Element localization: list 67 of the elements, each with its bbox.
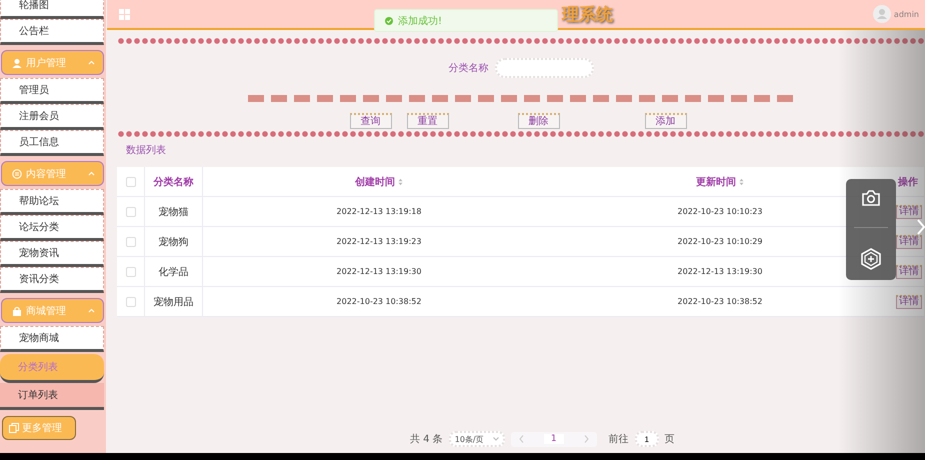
check-icon xyxy=(385,16,393,24)
menu-item[interactable]: 宠物商城 xyxy=(0,326,104,352)
copy-icon xyxy=(9,423,19,433)
table-cell: 2022-12-13 13:19:30 xyxy=(678,267,762,276)
column-header: 操作 xyxy=(898,176,918,188)
next-page-icon[interactable] xyxy=(584,435,589,443)
user-icon xyxy=(12,58,22,68)
detail-button[interactable]: 详情 xyxy=(896,294,922,308)
bag-icon xyxy=(12,306,22,316)
column-header[interactable]: 创建时间 xyxy=(355,174,395,188)
table-cell: 2022-10-23 10:38:52 xyxy=(336,297,422,306)
sort-icon[interactable] xyxy=(739,178,744,186)
table-cell: 2022-10-23 10:10:23 xyxy=(678,207,762,216)
sort-icon[interactable] xyxy=(398,178,403,186)
checkbox[interactable] xyxy=(126,236,136,246)
menu-item[interactable]: 轮播图 xyxy=(0,0,104,19)
action-button[interactable]: 查询 xyxy=(350,113,392,129)
menu-item[interactable]: 订单列表 xyxy=(0,383,104,410)
column-header: 分类名称 xyxy=(154,176,194,188)
menu-item[interactable]: 帮助论坛 xyxy=(0,189,104,215)
table-cell-text: 宠物用品 xyxy=(154,296,194,308)
column-header[interactable]: 更新时间 xyxy=(696,174,736,188)
hexagon-plus-icon[interactable] xyxy=(861,248,881,270)
menu-item[interactable]: 宠物资讯 xyxy=(0,241,104,267)
menu-item[interactable]: 员工信息 xyxy=(0,130,104,156)
prev-page-icon[interactable] xyxy=(518,435,524,443)
menu-item[interactable]: 公告栏 xyxy=(0,19,104,45)
app-title: 理系统 xyxy=(562,4,613,26)
page-input[interactable]: 1 xyxy=(634,431,659,447)
action-button[interactable]: 删除 xyxy=(518,113,560,129)
table-cell: 2022-12-13 13:19:30 xyxy=(336,267,422,276)
table-cell: 2022-12-13 13:19:23 xyxy=(336,237,422,246)
checkbox[interactable] xyxy=(126,266,136,276)
table-cell: 2022-12-13 13:19:18 xyxy=(336,207,422,216)
search-field[interactable] xyxy=(494,58,594,78)
menu-item[interactable]: 管理员 xyxy=(0,78,104,104)
chevron-down-icon xyxy=(492,437,499,441)
goto-label: 前往 xyxy=(608,432,629,446)
page-number[interactable]: 1 xyxy=(544,434,564,444)
document-icon xyxy=(12,168,22,178)
menu-item[interactable]: 资讯分类 xyxy=(0,267,104,293)
action-button[interactable]: 重置 xyxy=(406,113,448,129)
checkbox[interactable] xyxy=(126,296,136,306)
total-count: 共 4 条 xyxy=(410,432,443,446)
table-cell: 2022-10-23 10:10:29 xyxy=(678,237,762,246)
table-cell-text: 宠物猫 xyxy=(158,206,188,218)
chevron-right-icon[interactable] xyxy=(917,219,925,235)
page-suffix: 页 xyxy=(664,433,675,446)
table-cell-text: 宠物狗 xyxy=(158,236,188,248)
camera-icon[interactable] xyxy=(861,189,881,207)
toast-message: 添加成功! xyxy=(398,14,442,28)
page-size-select[interactable]: 10条/页 xyxy=(448,431,505,447)
select-value: 10条/页 xyxy=(454,434,484,444)
checkbox[interactable] xyxy=(126,176,136,186)
detail-button[interactable]: 详情 xyxy=(896,204,922,218)
grid-icon xyxy=(119,8,130,20)
menu-item[interactable]: 论坛分类 xyxy=(0,215,104,241)
data-list-link[interactable]: 数据列表 xyxy=(126,143,166,157)
field-label: 分类名称 xyxy=(448,62,488,75)
detail-button[interactable]: 详情 xyxy=(896,234,922,248)
table-cell-text: 化学品 xyxy=(158,266,188,278)
menu-item[interactable]: 注册会员 xyxy=(0,104,104,130)
checkbox[interactable] xyxy=(126,206,136,216)
avatar-icon[interactable] xyxy=(872,5,891,23)
action-button[interactable]: 添加 xyxy=(644,113,686,129)
detail-button[interactable]: 详情 xyxy=(896,264,922,278)
table-cell: 2022-10-23 10:38:52 xyxy=(678,297,762,306)
